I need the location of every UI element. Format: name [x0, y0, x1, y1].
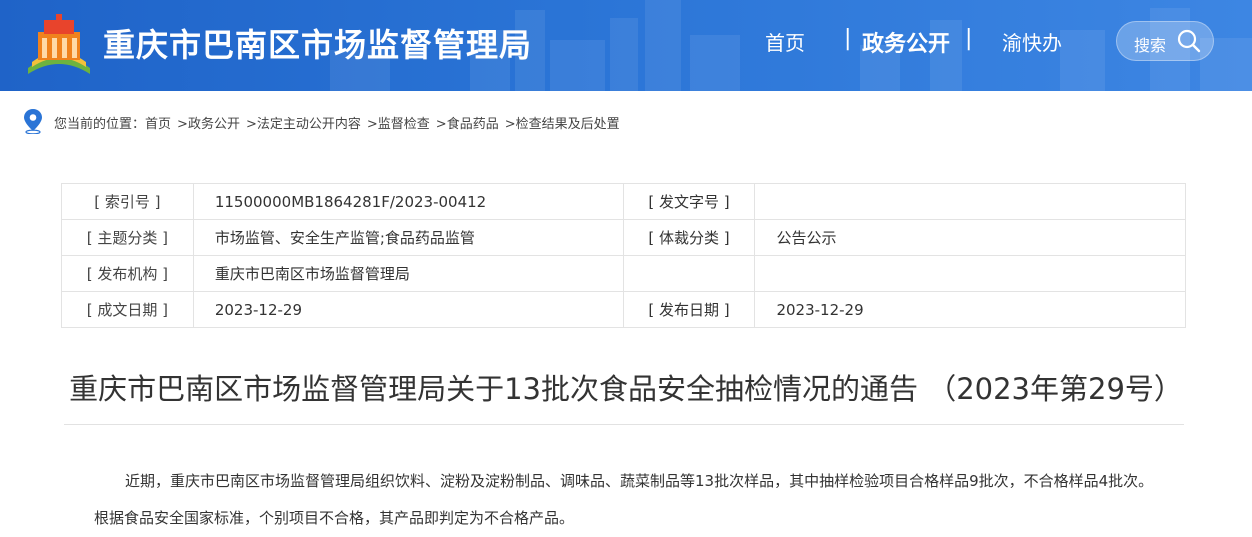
breadcrumb-separator: >	[245, 117, 257, 132]
location-pin-icon	[24, 109, 42, 134]
breadcrumb-separator: >	[504, 117, 516, 132]
article-paragraph: 近期，重庆市巴南区市场监督管理局组织饮料、淀粉及淀粉制品、调味品、蔬菜制品等13…	[94, 472, 1154, 527]
document-title: 重庆市巴南区市场监督管理局关于13批次食品安全抽检情况的通告 （2023年第29…	[69, 372, 1183, 406]
breadcrumb-item-gov-affairs[interactable]: 政务公开	[188, 117, 240, 132]
table-row: [ 成文日期 ] 2023-12-29 [ 发布日期 ] 2023-12-29	[61, 291, 1186, 328]
breadcrumb-item-inspection[interactable]: 监督检查	[378, 117, 430, 132]
meta-value: 11500000MB1864281F/2023-00412	[192, 183, 624, 220]
search-icon	[1177, 29, 1201, 53]
site-title[interactable]: 重庆市巴南区市场监督管理局	[103, 20, 532, 66]
nav-gov-affairs[interactable]: 政务公开	[862, 26, 950, 58]
search-label: 搜索	[1134, 36, 1167, 55]
meta-value: 公告公示	[754, 219, 1186, 256]
breadcrumb-item-food-drug[interactable]: 食品药品	[447, 117, 499, 132]
document-meta-table: [ 索引号 ] 11500000MB1864281F/2023-00412 [ …	[61, 183, 1186, 328]
title-divider	[64, 424, 1184, 425]
meta-label	[622, 255, 756, 292]
nav-yukuaiban[interactable]: 渝快办	[1002, 27, 1062, 56]
search-button[interactable]: 搜索	[1116, 21, 1214, 61]
breadcrumb-prefix: 您当前的位置：	[54, 117, 146, 132]
breadcrumb-item-home[interactable]: 首页	[145, 117, 171, 132]
meta-label: [ 发布日期 ]	[622, 291, 756, 328]
meta-value: 2023-12-29	[192, 291, 624, 328]
site-header: 重庆市巴南区市场监督管理局 首页 | 政务公开 | 渝快办 搜索	[0, 0, 1252, 91]
breadcrumb-item-statutory-disclosure[interactable]: 法定主动公开内容	[257, 117, 361, 132]
meta-label: [ 成文日期 ]	[61, 291, 194, 328]
table-row: [ 索引号 ] 11500000MB1864281F/2023-00412 [ …	[61, 183, 1186, 220]
breadcrumb: 您当前的位置：首页 >政务公开 >法定主动公开内容 >监督检查 >食品药品 >检查结果及后…	[54, 113, 620, 132]
bureau-logo-icon	[28, 14, 90, 74]
meta-value	[754, 183, 1186, 220]
nav-home[interactable]: 首页	[765, 27, 805, 56]
nav-separator: |	[844, 26, 852, 51]
breadcrumb-separator: >	[366, 117, 378, 132]
table-row: [ 发布机构 ] 重庆市巴南区市场监督管理局	[61, 255, 1186, 292]
meta-label: [ 发文字号 ]	[622, 183, 756, 220]
breadcrumb-separator: >	[177, 117, 188, 132]
meta-value: 2023-12-29	[754, 291, 1186, 328]
meta-label: [ 主题分类 ]	[61, 219, 194, 256]
meta-label: [ 发布机构 ]	[61, 255, 194, 292]
table-row: [ 主题分类 ] 市场监管、安全生产监管;食品药品监管 [ 体裁分类 ] 公告公…	[61, 219, 1186, 256]
breadcrumb-item-results[interactable]: 检查结果及后处置	[516, 117, 620, 132]
meta-value: 重庆市巴南区市场监督管理局	[192, 255, 624, 292]
meta-label: [ 体裁分类 ]	[622, 219, 756, 256]
meta-value	[754, 255, 1186, 292]
nav-separator: |	[965, 26, 973, 51]
meta-label: [ 索引号 ]	[61, 183, 194, 220]
breadcrumb-separator: >	[435, 117, 447, 132]
meta-value: 市场监管、安全生产监管;食品药品监管	[192, 219, 624, 256]
